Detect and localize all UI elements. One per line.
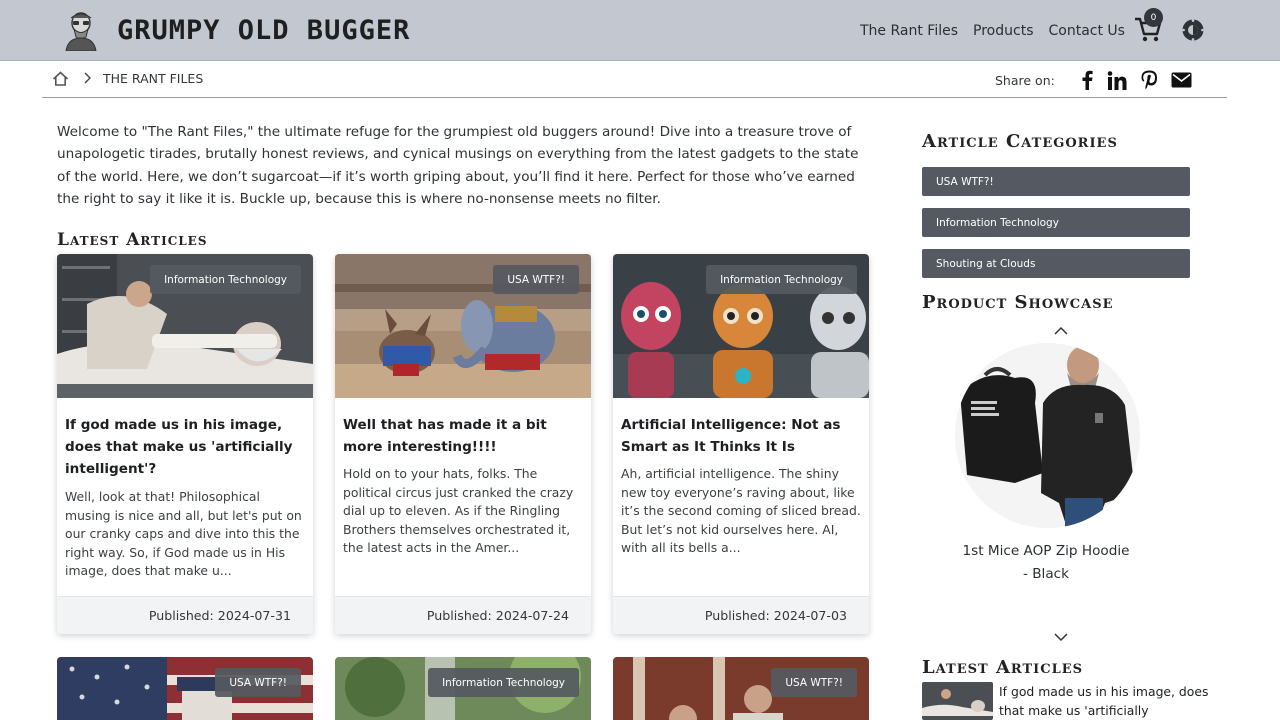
breadcrumb-current: THE RANT FILES (103, 70, 204, 86)
top-navbar: GRUMPY OLD BUGGER The Rant Files Product… (0, 0, 1280, 61)
sidebar-latest-articles-heading: Latest Articles (922, 657, 1084, 678)
share-bar: Share on: (995, 69, 1192, 91)
sidebar-article-title: If god made us in his image, does that m… (999, 684, 1209, 718)
facebook-icon[interactable] (1080, 70, 1094, 90)
article-card[interactable]: USA WTF?! Well that has made it a bit mo… (335, 254, 591, 634)
published-text: Published: 2024-07-03 (704, 608, 847, 623)
hoodie-product-icon (955, 343, 1140, 528)
sidebar-article-item[interactable]: If god made us in his image, does that m… (922, 682, 1212, 720)
category-button-information-technology[interactable]: Information Technology (922, 208, 1190, 237)
nav-contact-us[interactable]: Contact Us (1048, 23, 1124, 39)
article-title[interactable]: Well that has made it a bit more interes… (343, 414, 585, 458)
published-text: Published: 2024-07-31 (148, 608, 291, 623)
article-card[interactable]: Information Technology If god made us in… (57, 254, 313, 634)
breadcrumb-divider (42, 97, 1227, 98)
category-button-shouting-at-clouds[interactable]: Shouting at Clouds (922, 249, 1190, 278)
article-excerpt: Ah, artificial intelligence. The shiny n… (621, 466, 861, 555)
brand[interactable]: GRUMPY OLD BUGGER (62, 8, 410, 52)
email-icon[interactable] (1171, 72, 1192, 88)
category-badge[interactable]: USA WTF?! (493, 265, 579, 294)
article-title[interactable]: If god made us in his image, does that m… (65, 414, 307, 480)
nav-products[interactable]: Products (973, 23, 1033, 39)
chevron-up-icon[interactable] (1053, 326, 1069, 336)
chevron-right-icon (84, 72, 91, 84)
article-title[interactable]: Artificial Intelligence: Not as Smart as… (621, 414, 863, 458)
published-text: Published: 2024-07-24 (426, 608, 569, 623)
category-badge[interactable]: USA WTF?! (215, 668, 301, 697)
article-card[interactable]: Information Technology Artificial Intell… (613, 254, 869, 634)
breadcrumb: THE RANT FILES (52, 68, 203, 88)
article-categories-heading: Article Categories (922, 131, 1118, 152)
article-excerpt: Hold on to your hats, folks. The politic… (343, 466, 574, 555)
linkedin-icon[interactable] (1107, 70, 1127, 90)
product-name[interactable]: 1st Mice AOP Zip Hoodie - Black (960, 540, 1132, 585)
article-card[interactable]: USA WTF?! (613, 657, 869, 720)
product-showcase-heading: Product Showcase (922, 292, 1114, 313)
category-badge[interactable]: Information Technology (150, 265, 301, 294)
cart-count-badge: 0 (1144, 8, 1163, 27)
latest-articles-heading: Latest Articles (57, 230, 208, 250)
grumpy-man-logo-icon (65, 12, 97, 51)
brand-name: GRUMPY OLD BUGGER (117, 14, 411, 46)
product-image[interactable] (955, 343, 1140, 528)
sidebar-article-thumbnail (922, 682, 993, 720)
category-badge[interactable]: USA WTF?! (771, 668, 857, 697)
article-published-date: Published: 2024-07-31 (57, 596, 313, 634)
category-button-usa-wtf[interactable]: USA WTF?! (922, 167, 1190, 196)
intro-paragraph: Welcome to "The Rant Files," the ultimat… (57, 124, 859, 208)
chevron-down-icon[interactable] (1053, 632, 1069, 642)
article-card[interactable]: Information Technology (335, 657, 591, 720)
category-badge[interactable]: Information Technology (706, 265, 857, 294)
pinterest-icon[interactable] (1140, 70, 1158, 90)
article-published-date: Published: 2024-07-24 (335, 596, 591, 634)
nav-rant-files[interactable]: The Rant Files (860, 23, 958, 39)
article-card[interactable]: USA WTF?! (57, 657, 313, 720)
theme-toggle-icon[interactable] (1181, 18, 1205, 42)
share-label: Share on: (995, 72, 1055, 88)
main-nav: The Rant Files Products Contact Us (860, 0, 1140, 61)
category-badge[interactable]: Information Technology (428, 668, 579, 697)
home-icon[interactable] (52, 70, 69, 86)
article-excerpt: Well, look at that! Philosophical musing… (65, 489, 302, 578)
article-published-date: Published: 2024-07-03 (613, 596, 869, 634)
